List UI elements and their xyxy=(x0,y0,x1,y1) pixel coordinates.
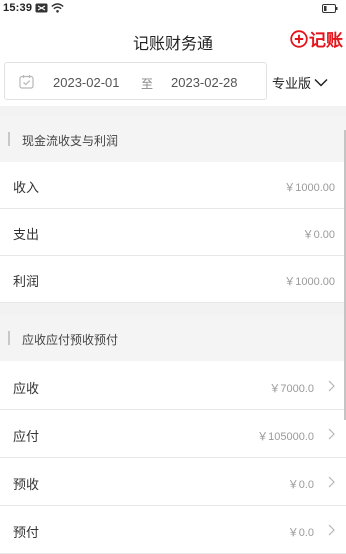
section-title: 应收应付预收预付 xyxy=(22,333,119,347)
row-label: 预付 xyxy=(13,525,40,540)
profit-row: 利润 ￥1000.00 xyxy=(0,256,346,303)
battery-icon xyxy=(322,4,338,16)
section-marker xyxy=(8,132,10,146)
start-date[interactable]: 2023-02-01 xyxy=(53,75,120,90)
message-icon xyxy=(35,3,48,13)
record-label: 记账 xyxy=(309,31,343,50)
row-label: 应收 xyxy=(13,381,40,396)
row-value: ￥1000.00 xyxy=(284,182,335,194)
date-range-picker[interactable]: 2023-02-01 至 2023-02-28 xyxy=(4,62,267,100)
row-value: ￥0.0 xyxy=(287,527,314,539)
row-value: ￥7000.0 xyxy=(269,383,314,395)
chevron-right-icon xyxy=(328,476,335,488)
payable-row[interactable]: 应付 ￥105000.0 xyxy=(0,411,346,458)
row-label: 利润 xyxy=(13,274,40,289)
section-header-receivables: 应收应付预收预付 xyxy=(0,315,346,361)
status-bar: 15:39 xyxy=(0,0,346,16)
row-label: 支出 xyxy=(13,227,40,242)
section-marker xyxy=(8,331,10,345)
row-value: ￥1000.00 xyxy=(284,276,335,288)
expense-row: 支出 ￥0.00 xyxy=(0,209,346,256)
row-label: 应付 xyxy=(13,429,40,444)
chevron-down-icon xyxy=(314,78,328,87)
section-title: 现金流收支与利润 xyxy=(22,134,119,148)
section-header-cashflow: 现金流收支与利润 xyxy=(0,116,346,162)
row-value: ￥0.0 xyxy=(287,479,314,491)
advance-received-row[interactable]: 预收 ￥0.0 xyxy=(0,459,346,506)
row-value: ￥105000.0 xyxy=(257,431,314,443)
status-time: 15:39 xyxy=(3,2,33,14)
chevron-right-icon xyxy=(328,524,335,536)
row-label: 预收 xyxy=(13,477,40,492)
end-date[interactable]: 2023-02-28 xyxy=(171,75,238,90)
chevron-right-icon xyxy=(328,380,335,392)
row-label: 收入 xyxy=(13,180,40,195)
section-spacer xyxy=(0,106,346,116)
section-spacer xyxy=(0,303,346,315)
version-dropdown[interactable]: 专业版 xyxy=(272,73,328,92)
date-filter-bar: 2023-02-01 至 2023-02-28 专业版 xyxy=(0,60,346,106)
version-label: 专业版 xyxy=(272,76,312,91)
chevron-right-icon xyxy=(328,428,335,440)
income-row: 收入 ￥1000.00 xyxy=(0,162,346,209)
receivable-row[interactable]: 应收 ￥7000.0 xyxy=(0,363,346,410)
app-header: 记账财务通 记账 xyxy=(0,16,346,60)
record-button[interactable]: 记账 xyxy=(290,26,343,51)
calendar-icon xyxy=(19,74,34,94)
wifi-icon xyxy=(51,3,64,13)
add-circle-icon xyxy=(290,29,308,48)
date-separator: 至 xyxy=(141,77,154,91)
row-value: ￥0.00 xyxy=(302,229,335,241)
